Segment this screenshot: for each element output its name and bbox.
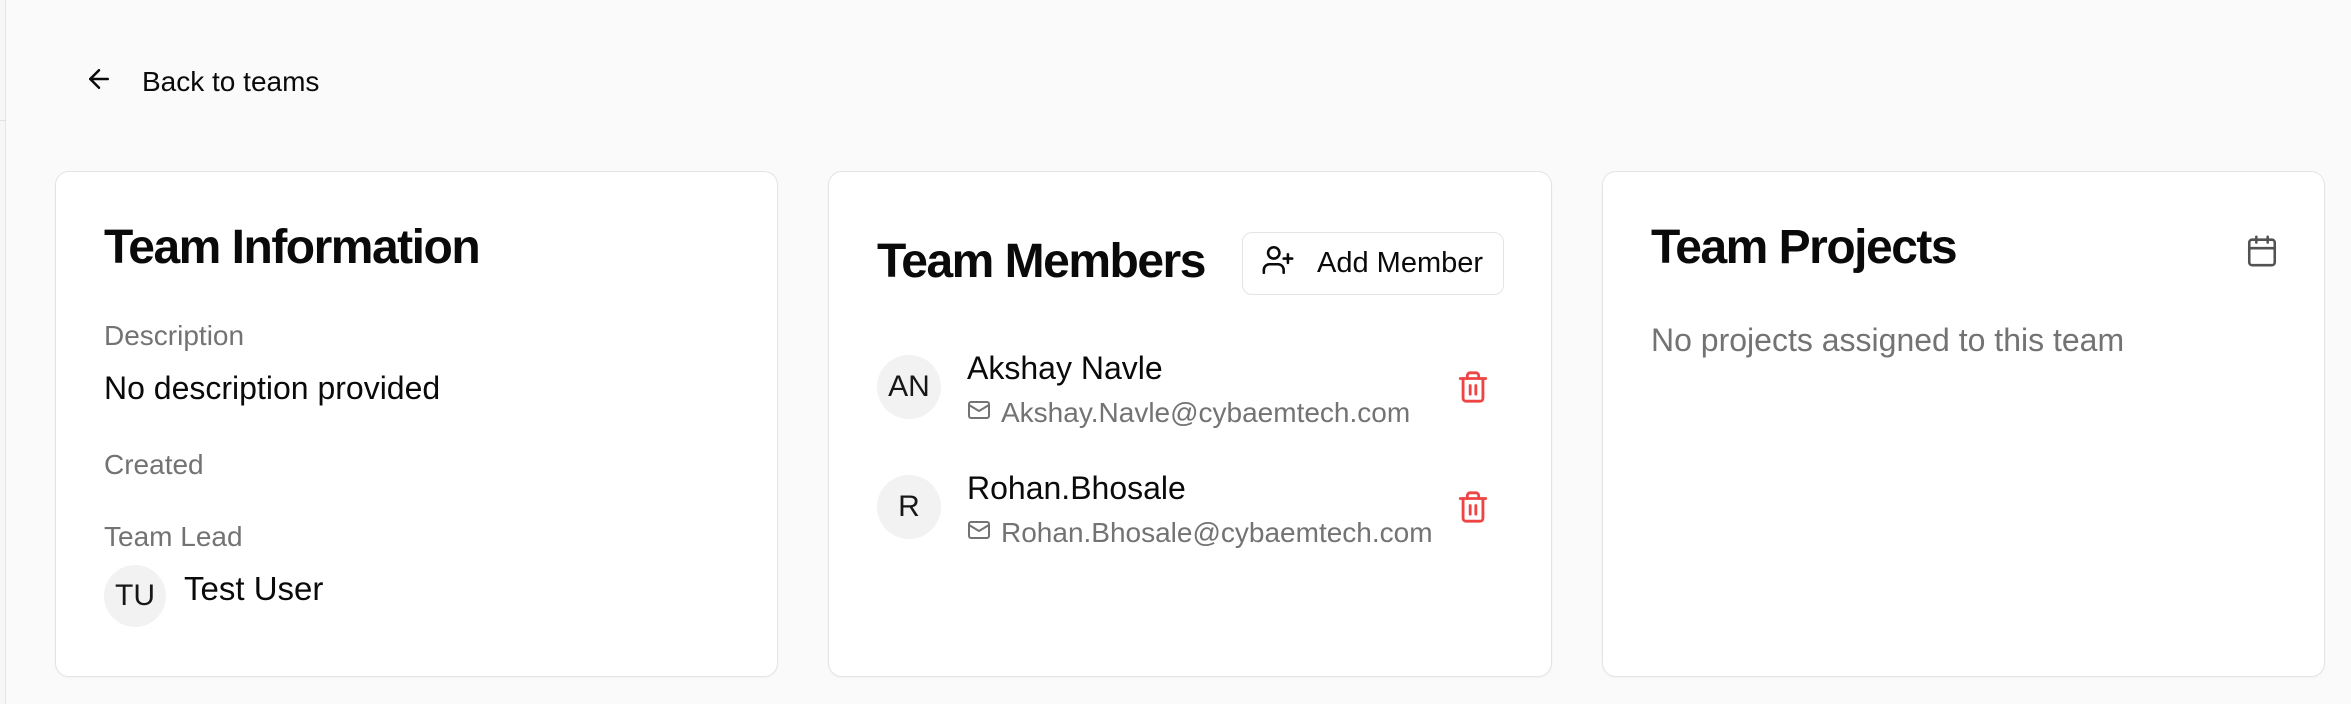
created-label: Created <box>104 449 204 480</box>
calendar-icon <box>2245 234 2279 268</box>
description-value: No description provided <box>104 370 441 406</box>
member-name: Akshay Navle <box>967 350 1163 386</box>
add-member-button[interactable]: Add Member <box>1242 232 1504 295</box>
sidebar-divider <box>0 120 6 121</box>
member-avatar: AN <box>877 355 941 419</box>
member-email-text: Rohan.Bhosale@cybaemtech.com <box>1001 517 1433 548</box>
team-lead-label: Team Lead <box>104 521 243 552</box>
add-member-label: Add Member <box>1317 247 1484 279</box>
member-email-text: Akshay.Navle@cybaemtech.com <box>1001 397 1411 428</box>
remove-member-trash-icon[interactable] <box>1456 490 1490 524</box>
member-email: Rohan.Bhosale@cybaemtech.com <box>967 517 1433 549</box>
team-lead-name: Test User <box>184 570 324 607</box>
team-projects-title: Team Projects <box>1651 221 1958 274</box>
arrow-left-icon <box>84 64 114 101</box>
team-projects-card: Team Projects No projects assigned to th… <box>1602 171 2325 677</box>
team-information-title: Team Information <box>104 221 481 274</box>
sidebar-edge <box>0 0 6 704</box>
team-members-title: Team Members <box>877 235 1206 288</box>
remove-member-trash-icon[interactable] <box>1456 370 1490 404</box>
team-lead-avatar: TU <box>104 565 166 627</box>
member-avatar: R <box>877 475 941 539</box>
user-plus-icon <box>1261 243 1295 285</box>
back-link-label: Back to teams <box>142 66 320 97</box>
team-information-card: Team Information Description No descript… <box>55 171 778 677</box>
member-email: Akshay.Navle@cybaemtech.com <box>967 397 1410 429</box>
mail-icon <box>967 517 991 549</box>
description-label: Description <box>104 320 245 351</box>
team-members-card: Team Members Add Member AN Akshay Navle … <box>828 171 1552 677</box>
mail-icon <box>967 397 991 429</box>
back-to-teams-link[interactable]: Back to teams <box>84 60 319 104</box>
member-name: Rohan.Bhosale <box>967 470 1186 506</box>
team-detail-page: Back to teams Team Information Descripti… <box>0 0 2351 704</box>
no-projects-message: No projects assigned to this team <box>1651 322 2125 358</box>
